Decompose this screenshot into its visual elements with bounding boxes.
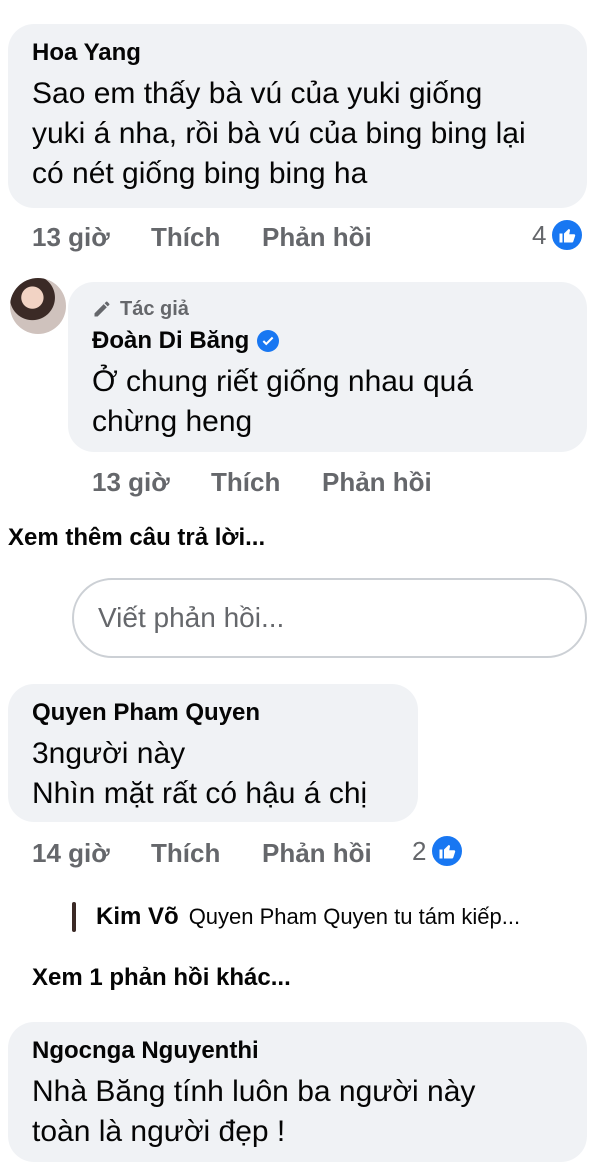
comment-text-line: toàn là người đẹp ! [32, 1115, 286, 1148]
reply-connector [72, 902, 76, 932]
pencil-icon [94, 301, 110, 317]
comment-time[interactable]: 14 giờ [32, 838, 110, 869]
comment-actions: 13 giờ Thích Phản hồi [92, 467, 472, 499]
reply-button[interactable]: Phản hồi [262, 838, 372, 869]
like-button[interactable]: Thích [211, 467, 280, 498]
see-more-replies-link[interactable]: Xem thêm câu trả lời... [8, 524, 265, 552]
avatar[interactable] [10, 278, 66, 334]
reply-button[interactable]: Phản hồi [322, 467, 432, 498]
comment-actions: 13 giờ Thích Phản hồi [32, 222, 412, 254]
nested-reply-text: Quyen Pham Quyen tu tám kiếp... [188, 904, 521, 929]
like-button[interactable]: Thích [151, 222, 220, 253]
nested-reply-preview[interactable]: Kim Võ Quyen Pham Quyen tu tám kiếp... [72, 902, 520, 932]
nested-reply-author[interactable]: Kim Võ [96, 903, 179, 931]
reaction-count-number: 2 [412, 835, 427, 866]
comment-bubble: Tác giả Đoàn Di Băng Ở chung riết giống … [68, 282, 587, 452]
like-button[interactable]: Thích [151, 838, 220, 869]
reply-input-placeholder: Viết phản hồi... [98, 602, 285, 633]
comment-actions: 14 giờ Thích Phản hồi [32, 838, 412, 870]
like-icon [430, 834, 465, 868]
comment-text-line: Nhìn mặt rất có hậu á chị [32, 777, 368, 810]
see-more-replies-link[interactable]: Xem 1 phản hồi khác... [32, 964, 291, 992]
reaction-count[interactable]: 2 [412, 834, 465, 868]
comment-text-line: Ở chung riết giống nhau quá [92, 365, 474, 398]
comment-author[interactable]: Ngocnga Nguyenthi [32, 1036, 587, 1066]
comment-author[interactable]: Quyen Pham Quyen [32, 698, 418, 728]
reaction-count[interactable]: 4 [532, 218, 585, 252]
author-badge-label: Tác giả [120, 297, 189, 320]
comment-text-line: yuki á nha, rồi bà vú của bing bing lại [32, 117, 526, 150]
comment-bubble: Quyen Pham Quyen 3người này Nhìn mặt rất… [8, 684, 418, 822]
comment-text-line: Nhà Băng tính luôn ba người này [32, 1075, 476, 1108]
author-badge: Tác giả [92, 296, 587, 322]
comment-bubble: Ngocnga Nguyenthi Nhà Băng tính luôn ba … [8, 1022, 587, 1162]
like-icon [550, 218, 585, 252]
reply-button[interactable]: Phản hồi [262, 222, 372, 253]
comment-bubble: Hoa Yang Sao em thấy bà vú của yuki giốn… [8, 24, 587, 208]
comment-text-line: Sao em thấy bà vú của yuki giống [32, 77, 483, 110]
reaction-count-number: 4 [532, 219, 547, 250]
comment-time[interactable]: 13 giờ [32, 222, 110, 253]
reply-input[interactable]: Viết phản hồi... [72, 578, 587, 658]
comment-author[interactable]: Hoa Yang [32, 38, 587, 68]
comment-time[interactable]: 13 giờ [92, 467, 170, 498]
comment-text-line: có nét giống bing bing ha [32, 157, 368, 190]
comment-text-line: 3người này [32, 737, 186, 770]
comment-author[interactable]: Đoàn Di Băng [92, 326, 249, 356]
verified-icon [257, 330, 280, 352]
comment-text-line: chừng heng [92, 405, 253, 438]
